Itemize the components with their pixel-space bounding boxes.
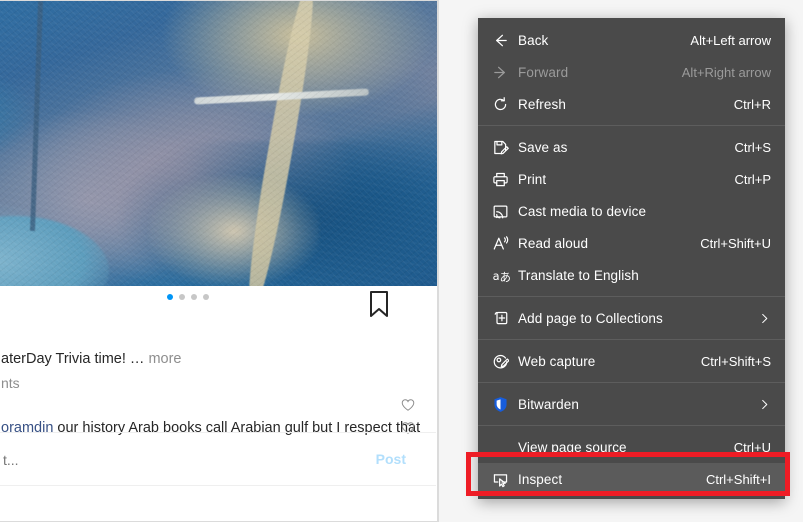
svg-text:a: a [493, 269, 500, 283]
heart-icon[interactable] [401, 398, 415, 412]
translate-icon: aあ [492, 267, 518, 284]
bookmark-icon[interactable] [369, 291, 389, 317]
menu-item-inspect[interactable]: Inspect Ctrl+Shift+I [478, 463, 785, 495]
menu-item-label: Inspect [518, 471, 563, 487]
menu-item-print[interactable]: Print Ctrl+P [478, 163, 785, 195]
menu-item-shortcut: Ctrl+S [734, 139, 771, 155]
menu-item-label: Add page to Collections [518, 310, 663, 326]
post-caption-more-link[interactable]: more [148, 351, 181, 367]
menu-separator [478, 425, 785, 426]
menu-item-bitwarden[interactable]: Bitwarden [478, 388, 785, 420]
svg-text:あ: あ [500, 269, 511, 283]
menu-item-web-capture[interactable]: Web capture Ctrl+Shift+S [478, 345, 785, 377]
menu-item-read-aloud[interactable]: Read aloud Ctrl+Shift+U [478, 227, 785, 259]
comment-composer: Post [0, 432, 436, 485]
menu-item-label: Back [518, 32, 549, 48]
menu-item-add-page-to-collections[interactable]: Add page to Collections [478, 302, 785, 334]
menu-item-label: Forward [518, 64, 569, 80]
menu-item-shortcut: Ctrl+Shift+I [705, 471, 771, 487]
printer-icon [492, 171, 518, 188]
chevron-right-icon [757, 398, 771, 411]
menu-separator [478, 382, 785, 383]
cast-icon [492, 203, 518, 220]
menu-item-label: Translate to English [518, 267, 639, 283]
post-image-satellite-photo[interactable] [0, 1, 437, 286]
menu-item-shortcut: Alt+Right arrow [681, 64, 771, 80]
menu-item-shortcut: Ctrl+P [734, 171, 771, 187]
comment-row-blank [1, 397, 5, 413]
comment-count-label[interactable]: nts [1, 375, 20, 391]
read-aloud-icon [492, 235, 518, 252]
save-icon [492, 139, 518, 156]
carousel-dot-2[interactable] [179, 294, 185, 300]
menu-item-label: Read aloud [518, 235, 589, 251]
menu-item-shortcut: Ctrl+Shift+U [700, 235, 771, 251]
menu-separator [478, 296, 785, 297]
menu-item-label: Web capture [518, 353, 596, 369]
post-card-footer [0, 485, 436, 521]
menu-item-label: Cast media to device [518, 203, 647, 219]
refresh-icon [492, 96, 518, 113]
post-caption-text: aterDay Trivia time! … [1, 351, 145, 367]
menu-item-label: Print [518, 171, 547, 187]
carousel-dot-1[interactable] [167, 294, 173, 300]
collections-icon [492, 310, 518, 327]
menu-item-forward: Forward Alt+Right arrow [478, 56, 785, 88]
comment-input[interactable] [1, 451, 305, 469]
carousel-dot-3[interactable] [191, 294, 197, 300]
menu-item-save-as[interactable]: Save as Ctrl+S [478, 131, 785, 163]
chevron-right-icon [757, 312, 771, 325]
menu-separator [478, 125, 785, 126]
photo-texture-overlay [0, 1, 437, 286]
carousel-dot-4[interactable] [203, 294, 209, 300]
arrow-left-icon [492, 32, 518, 49]
menu-item-cast-media-to-device[interactable]: Cast media to device [478, 195, 785, 227]
post-caption: aterDay Trivia time! … more [1, 351, 401, 367]
web-capture-icon [492, 353, 518, 370]
arrow-right-icon [492, 64, 518, 81]
menu-item-label: View page source [518, 439, 627, 455]
social-post-card: aterDay Trivia time! … more nts oramdin … [0, 0, 438, 522]
menu-item-shortcut: Ctrl+U [733, 439, 771, 455]
menu-item-shortcut: Alt+Left arrow [690, 32, 771, 48]
menu-item-label: Bitwarden [518, 396, 579, 412]
inspect-icon [492, 471, 518, 488]
browser-context-menu[interactable]: Back Alt+Left arrow Forward Alt+Right arrow… [478, 18, 785, 499]
menu-item-back[interactable]: Back Alt+Left arrow [478, 24, 785, 56]
menu-item-translate-to-english[interactable]: a あ Translate to English [478, 259, 785, 291]
menu-separator [478, 339, 785, 340]
menu-item-refresh[interactable]: Refresh Ctrl+R [478, 88, 785, 120]
menu-item-label: Save as [518, 139, 568, 155]
menu-item-shortcut: Ctrl+R [733, 96, 771, 112]
menu-item-shortcut: Ctrl+Shift+S [700, 353, 771, 369]
menu-item-view-page-source[interactable]: View page source Ctrl+U [478, 431, 785, 463]
post-comment-button[interactable]: Post [370, 450, 412, 468]
menu-item-label: Refresh [518, 96, 566, 112]
bitwarden-shield-icon [492, 396, 518, 413]
